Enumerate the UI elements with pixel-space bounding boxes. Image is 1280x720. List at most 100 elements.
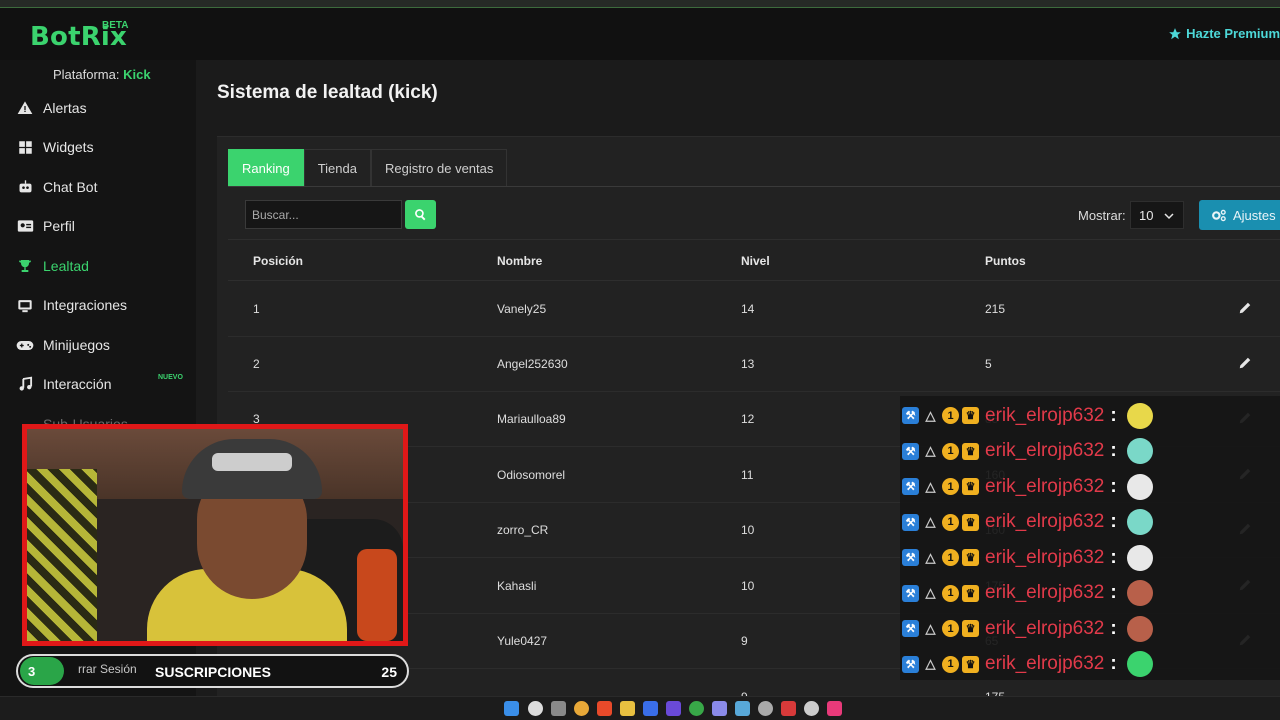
grid-icon: [16, 138, 34, 156]
column-header-posicion[interactable]: Posición: [253, 254, 303, 268]
sidebar-item-perfil[interactable]: Perfil: [0, 207, 196, 245]
emote-icon: [1126, 651, 1153, 677]
brave-icon[interactable]: [597, 701, 612, 716]
taskbar: [0, 696, 1280, 720]
chat-separator: :: [1110, 617, 1117, 639]
sidebar-item-alertas[interactable]: Alertas: [0, 89, 196, 127]
column-header-puntos[interactable]: Puntos: [985, 254, 1026, 268]
row-level: 9: [741, 634, 748, 648]
sidebar-item-integraciones[interactable]: Integraciones: [0, 286, 196, 324]
subs-goal-count: 25: [381, 664, 397, 680]
row-level: 10: [741, 579, 755, 593]
sidebar-item-lealtad[interactable]: Lealtad: [0, 247, 196, 285]
show-label: Mostrar:: [1078, 208, 1126, 223]
emote-icon: [1126, 473, 1153, 500]
moderator-badge-icon: ⚒: [902, 478, 919, 495]
tab-registro-de-ventas[interactable]: Registro de ventas: [370, 149, 508, 187]
premium-link[interactable]: Hazte Premium: [1168, 26, 1280, 41]
media-icon[interactable]: [804, 701, 819, 716]
row-level: 13: [741, 357, 755, 371]
star-icon: [1169, 27, 1181, 39]
cat-badge-icon: △: [925, 585, 936, 600]
sidebar-item-minijuegos[interactable]: Minijuegos: [0, 326, 196, 364]
show-value: 10: [1139, 207, 1154, 223]
app-icon[interactable]: [758, 701, 773, 716]
chat-message: ⚒ △ 1 ♛ erik_elrojp632:: [900, 434, 1280, 469]
chat-username: erik_elrojp632: [985, 582, 1105, 603]
chat-username: erik_elrojp632: [985, 546, 1105, 568]
chat-message: ⚒ △ 1 ♛ erik_elrojp632:: [900, 505, 1280, 540]
subs-title: SUSCRIPCIONES: [155, 664, 271, 680]
row-level: 14: [741, 302, 755, 316]
chat-separator: :: [1110, 440, 1117, 461]
show-select[interactable]: 10: [1130, 201, 1184, 229]
chat-message: ⚒ △ 1 ♛ erik_elrojp632:: [900, 540, 1280, 575]
windows-start-icon[interactable]: [504, 701, 519, 716]
search-input[interactable]: [245, 200, 402, 229]
chat-username: erik_elrojp632: [985, 440, 1105, 461]
cat-badge-icon: △: [925, 478, 936, 494]
chat-separator: :: [1110, 582, 1117, 603]
row-points: 5: [985, 357, 992, 371]
settings-icon[interactable]: [735, 701, 750, 716]
sidebar-item-widgets[interactable]: Widgets: [0, 128, 196, 166]
sidebar-item-chat-bot[interactable]: Chat Bot: [0, 168, 196, 206]
tab-divider: [228, 186, 1280, 187]
app-icon[interactable]: [666, 701, 681, 716]
emote-icon: [1126, 509, 1153, 535]
subs-current-count: 3: [20, 657, 64, 685]
tab-tienda[interactable]: Tienda: [303, 149, 371, 187]
tiktok-icon[interactable]: [827, 701, 842, 716]
app-icon[interactable]: [781, 701, 796, 716]
moderator-badge-icon: ⚒: [902, 655, 919, 673]
sub-badge-icon: 1: [942, 549, 959, 566]
column-header-nivel[interactable]: Nivel: [741, 254, 770, 268]
chat-separator: :: [1110, 653, 1117, 674]
table-row: 1 Vanely25 14 215: [228, 282, 1280, 337]
webcam-overlay: [22, 424, 408, 646]
chat-username: erik_elrojp632: [985, 475, 1105, 497]
sidebar-item-interaccion[interactable]: Interacción: [0, 365, 196, 403]
sidebar-item-label: Alertas: [43, 100, 87, 116]
search-icon[interactable]: [528, 701, 543, 716]
pencil-icon[interactable]: [1238, 356, 1252, 370]
cat-badge-icon: △: [925, 620, 936, 636]
crown-badge-icon: ♛: [962, 584, 979, 602]
row-name: Yule0427: [497, 634, 548, 648]
gears-icon: [1212, 209, 1226, 221]
beta-badge: BETA: [102, 20, 129, 31]
gamepad-icon: [16, 336, 34, 354]
emote-icon: [1126, 438, 1153, 464]
folder-icon[interactable]: [620, 701, 635, 716]
pencil-icon[interactable]: [1238, 301, 1252, 315]
id-card-icon: [16, 217, 34, 235]
logout-link[interactable]: rrar Sesión: [78, 662, 137, 676]
page-title: Sistema de lealtad (kick): [217, 82, 438, 103]
crown-badge-icon: ♛: [962, 513, 979, 531]
app-icon[interactable]: [712, 701, 727, 716]
sidebar-item-label: Integraciones: [43, 297, 128, 313]
sub-badge-icon: 1: [942, 407, 959, 424]
table-header: Posición Nombre Nivel Puntos: [228, 239, 1280, 281]
column-header-nombre[interactable]: Nombre: [497, 254, 542, 268]
platform-value: Kick: [123, 67, 151, 82]
nuevo-badge: NUEVO: [158, 374, 183, 381]
task-view-icon[interactable]: [551, 701, 566, 716]
cat-badge-icon: △: [925, 514, 936, 529]
cat-badge-icon: △: [925, 549, 936, 565]
sidebar-item-label: Interacción: [43, 376, 112, 392]
tab-ranking[interactable]: Ranking: [228, 149, 304, 187]
row-name: Mariaulloa89: [497, 412, 566, 426]
store-icon[interactable]: [643, 701, 658, 716]
browser-icon[interactable]: [574, 701, 589, 716]
chrome-icon[interactable]: [689, 701, 704, 716]
row-position: 1: [253, 302, 260, 316]
search-button[interactable]: [405, 200, 436, 229]
sidebar-item-label: Chat Bot: [43, 179, 98, 195]
row-level: 11: [741, 468, 754, 482]
crown-badge-icon: ♛: [962, 442, 979, 460]
chat-overlay: ⚒ △ 1 ♛ erik_elrojp632: ⚒ △ 1 ♛ erik_elrojp632: ⚒ △…: [900, 396, 1280, 680]
ajustes-button[interactable]: Ajustes: [1199, 200, 1280, 230]
row-name: Kahasli: [497, 579, 537, 593]
emote-icon: [1126, 580, 1153, 606]
